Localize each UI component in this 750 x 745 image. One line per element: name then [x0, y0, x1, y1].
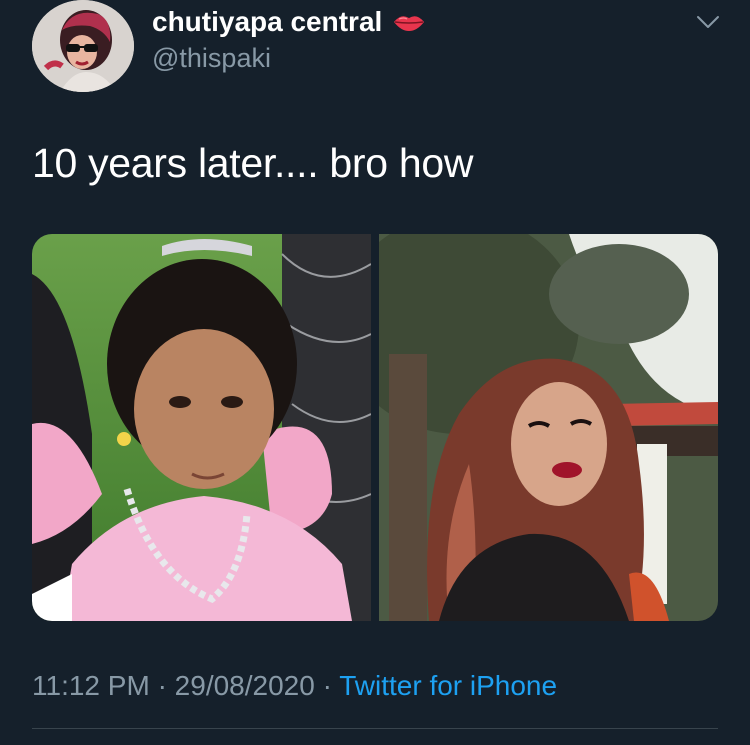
media-photo-left[interactable]	[32, 234, 372, 621]
author-handle[interactable]: @thispaki	[152, 43, 271, 74]
lips-emoji-icon	[394, 16, 425, 31]
tweet-time[interactable]: 11:12 PM	[32, 670, 150, 701]
tweet-menu-button[interactable]	[694, 12, 722, 32]
tweet-source-link[interactable]: Twitter for iPhone	[339, 670, 557, 701]
tweet-text: 10 years later.... bro how	[32, 140, 474, 186]
photo-woman-red-hair	[339, 234, 718, 621]
profile-avatar-image	[32, 0, 134, 92]
meta-separator: ·	[157, 670, 167, 701]
meta-separator: ·	[322, 670, 332, 701]
tweet-media[interactable]	[32, 234, 718, 621]
tweet-date[interactable]: 29/08/2020	[175, 670, 315, 701]
avatar[interactable]	[32, 0, 134, 92]
media-photo-right[interactable]	[339, 234, 718, 621]
chevron-down-icon	[697, 16, 719, 28]
divider	[32, 728, 718, 729]
photo-girl-fairy-costume	[32, 234, 372, 621]
author-display-name[interactable]: chutiyapa central	[152, 6, 426, 38]
display-name-text: chutiyapa central	[152, 6, 383, 37]
tweet-meta: 11:12 PM · 29/08/2020 · Twitter for iPho…	[32, 670, 557, 702]
